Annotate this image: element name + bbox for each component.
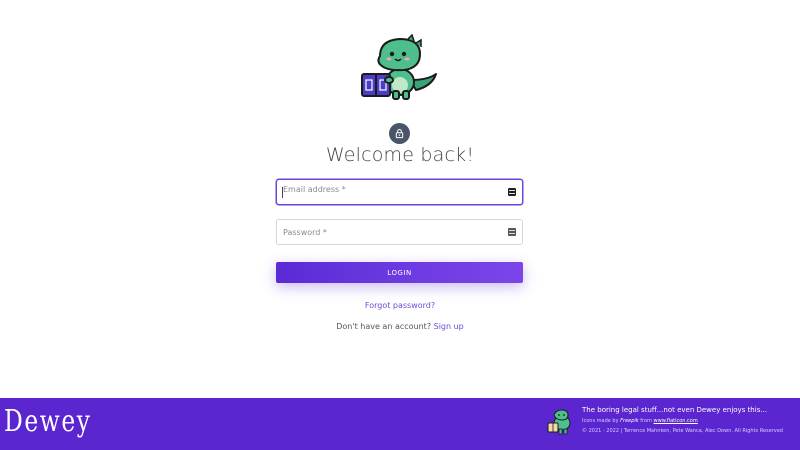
credit-from: from xyxy=(640,418,652,424)
lock-glyph-icon xyxy=(395,128,404,139)
signup-prompt: Don't have an account? Sign up xyxy=(0,322,800,331)
email-field[interactable]: Email address * xyxy=(276,179,523,205)
credit-prefix: Icons made by xyxy=(582,418,619,424)
footer-legal: The boring legal stuff...not even Dewey … xyxy=(582,406,783,438)
no-account-text: Don't have an account? xyxy=(336,322,432,331)
dinosaur-mascot-icon xyxy=(361,34,437,100)
forgot-password-link[interactable]: Forgot password? xyxy=(0,301,800,310)
keyboard-icon[interactable] xyxy=(508,188,516,196)
footer-brand[interactable]: Dewey xyxy=(4,404,92,439)
icon-credits: Icons made by Freepik from www.flaticon.… xyxy=(582,418,783,424)
page-title: Welcome back! xyxy=(325,144,475,166)
footer-tagline: The boring legal stuff...not even Dewey … xyxy=(582,406,768,414)
copyright: © 2021 - 2022 | Terrence Mahnken, Pete W… xyxy=(582,428,783,434)
password-field[interactable] xyxy=(276,219,523,245)
login-button[interactable]: LOGIN xyxy=(276,262,523,283)
credit-author: Freepik xyxy=(620,418,639,424)
password-input[interactable] xyxy=(283,220,503,244)
email-input[interactable] xyxy=(283,180,503,204)
keyboard-icon[interactable] xyxy=(508,228,516,236)
dinosaur-mascot-icon xyxy=(547,409,571,435)
signup-link[interactable]: Sign up xyxy=(434,322,464,331)
flaticon-link[interactable]: www.flaticon.com xyxy=(654,418,698,424)
lock-icon xyxy=(389,123,410,144)
